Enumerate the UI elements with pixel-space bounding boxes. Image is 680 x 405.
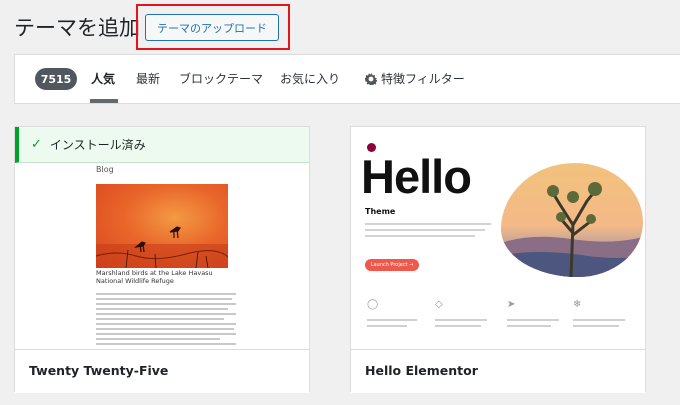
paper-plane-icon: ➤ [507,299,516,310]
filter-bar: 7515 人気 最新 ブロックテーマ お気に入り 特徴フィルター [14,54,680,104]
checkmark-icon: ✓ [31,137,42,152]
preview-text-line [367,319,417,321]
preview-hello-title: Hello [361,150,472,203]
tab-favorites[interactable]: お気に入り [280,70,340,87]
preview-text-line [96,333,236,335]
diamond-icon: ◇ [435,299,443,310]
preview-launch-button: Launch Project → [365,259,419,271]
preview-text-line [365,235,475,237]
preview-text-line [573,325,619,327]
preview-text-line [96,293,236,295]
preview-text-line [96,343,236,345]
preview-cactus-image [501,163,643,277]
preview-text-line [365,223,491,225]
preview-caption: Marshland birds at the Lake Havasu Natio… [96,269,213,285]
snowflake-icon: ❄ [573,299,582,310]
preview-blog-label: Blog [96,165,114,174]
preview-text-line [96,298,232,300]
current-tab-indicator [90,99,118,103]
preview-hello-subtitle: Theme [365,207,396,216]
preview-bird-image [96,184,228,268]
installed-label: インストール済み [49,138,146,152]
preview-text-line [96,338,220,340]
highlight-annotation-box [136,4,290,50]
preview-text-line [573,319,625,321]
preview-text-line [367,325,407,327]
preview-text-line [96,303,236,305]
gear-icon [364,73,378,88]
installed-notice: ✓ インストール済み [15,127,309,163]
tab-latest[interactable]: 最新 [136,70,160,87]
theme-name[interactable]: Twenty Twenty-Five [15,349,309,393]
theme-name[interactable]: Hello Elementor [351,349,645,393]
theme-count-badge: 7515 [35,68,77,90]
tab-feature-filter-label: 特徴フィルター [381,72,465,86]
preview-text-line [96,313,236,315]
preview-text-line [365,229,485,231]
tab-popular[interactable]: 人気 [91,70,115,87]
preview-text-line [507,325,551,327]
preview-text-line [435,319,487,321]
preview-text-line [96,318,224,320]
tab-feature-filter[interactable]: 特徴フィルター [364,70,465,88]
tab-block-themes[interactable]: ブロックテーマ [179,70,263,87]
preview-text-line [435,325,481,327]
page-title: テーマを追加 [14,16,140,40]
theme-card-twenty-twenty-five[interactable]: ✓ インストール済み Blog Marshland birds at the L… [14,126,310,393]
preview-text-line [96,308,228,310]
theme-card-hello-elementor[interactable]: Hello Theme Launch Project → ◯ ◇ ➤ ❄ Hel… [350,126,646,393]
bulb-icon: ◯ [367,299,379,310]
preview-text-line [507,319,559,321]
preview-text-line [96,328,234,330]
preview-text-line [96,323,236,325]
